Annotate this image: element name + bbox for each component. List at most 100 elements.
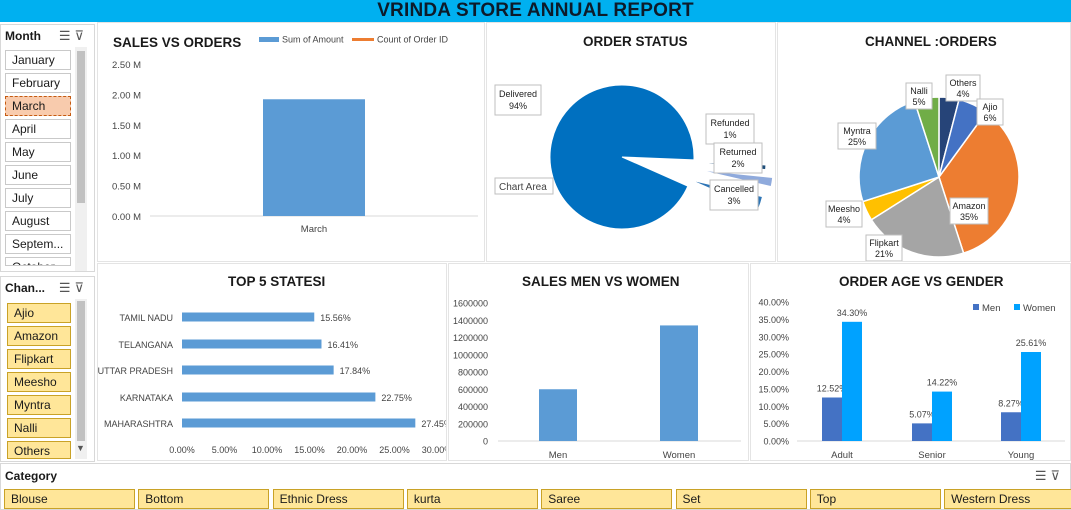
order-age-gender-panel[interactable]: ORDER AGE VS GENDER 0.00% 5.00% 10.00% 15.0… xyxy=(750,263,1071,461)
clear-filter-icon[interactable]: ⊽ xyxy=(74,28,88,43)
y-tick-label: 20.00% xyxy=(758,367,789,377)
legend-label: Men xyxy=(982,303,1000,314)
data-label: 16.41% xyxy=(327,340,358,350)
channel-slicer-item[interactable]: Amazon xyxy=(7,326,71,346)
x-tick-label: Adult xyxy=(831,450,853,460)
y-tick-label: 0.00 M xyxy=(112,212,141,223)
legend-swatch xyxy=(973,304,979,310)
month-scrollbar[interactable] xyxy=(75,47,87,271)
channel-orders-chart: Amazon35%Flipkart21%Meesho4%Myntra25%Nal… xyxy=(825,74,1020,261)
x-tick-label: 5.00% xyxy=(212,445,238,455)
bar xyxy=(842,321,862,441)
month-slicer-item[interactable]: January xyxy=(5,50,71,70)
y-tick-label: 2.50 M xyxy=(112,60,141,71)
y-tick-label: 2.00 M xyxy=(112,90,141,101)
sales-vs-orders-panel[interactable]: SALES VS ORDERS 0.00 M 0.50 M 1.00 M 1.50 M… xyxy=(97,22,485,262)
y-tick-label: 600000 xyxy=(458,385,488,395)
month-scroll-thumb[interactable] xyxy=(77,51,85,203)
x-tick-label: Young xyxy=(1008,450,1035,460)
data-label: 34.30% xyxy=(837,308,868,318)
category-slicer[interactable]: Category ☰⊽ Blouse Bottom Ethnic Dress kurt… xyxy=(0,463,1071,510)
x-tick-label: 25.00% xyxy=(379,445,410,455)
month-slicer-item[interactable]: Septem... xyxy=(5,234,71,254)
data-label: Cancelled xyxy=(714,184,754,194)
legend-label: Count of Order ID xyxy=(377,35,449,45)
channel-slicer-item[interactable]: Nalli xyxy=(7,418,71,438)
data-label: 5% xyxy=(912,97,925,107)
y-tick-label: 5.00% xyxy=(763,419,789,429)
multi-select-icon[interactable]: ☰ xyxy=(1035,468,1051,483)
y-tick-label: 1000000 xyxy=(453,350,488,360)
data-label: 25.61% xyxy=(1016,338,1047,348)
channel-slicer[interactable]: Chan... ☰⊽ Ajio Amazon Flipkart Meesho Myntr… xyxy=(0,276,95,462)
data-label: 6% xyxy=(983,113,996,123)
bar xyxy=(182,392,376,402)
chevron-down-icon[interactable]: ▼ xyxy=(76,443,85,453)
data-label: Refunded xyxy=(710,118,749,128)
data-label: 5.07% xyxy=(909,409,935,419)
channel-orders-panel[interactable]: CHANNEL :ORDERS Amazon 35% Flipkart 21% Mees… xyxy=(777,22,1071,262)
month-slicer-item[interactable]: March xyxy=(5,96,71,116)
top-states-panel[interactable]: TOP 5 STATESI TAMIL NADU 15.56% TELANGANA 1… xyxy=(97,263,447,461)
data-label: Returned xyxy=(719,147,756,157)
category-slicer-item[interactable]: Saree xyxy=(541,489,673,509)
data-label: 4% xyxy=(956,89,969,99)
month-slicer[interactable]: Month ☰⊽ January February March April May Jun… xyxy=(0,24,95,272)
category-slicer-item[interactable]: Bottom xyxy=(138,489,270,509)
category-slicer-item[interactable]: Set xyxy=(675,489,807,509)
channel-slicer-item[interactable]: Meesho xyxy=(7,372,71,392)
category-slicer-item[interactable]: kurta xyxy=(406,489,538,509)
data-label: Myntra xyxy=(843,126,871,136)
data-label: 94% xyxy=(509,101,527,111)
data-label: 1% xyxy=(723,130,736,140)
x-tick-label: 15.00% xyxy=(294,445,325,455)
clear-filter-icon[interactable]: ⊽ xyxy=(74,280,88,295)
channel-slicer-item[interactable]: Others xyxy=(7,441,71,459)
y-tick-label: 1200000 xyxy=(453,333,488,343)
sales-men-women-chart: 0 200000 400000 600000 800000 1000000 1200000 1… xyxy=(453,299,741,460)
legend-label: Sum of Amount xyxy=(282,35,344,45)
bar xyxy=(263,99,365,216)
bar xyxy=(182,312,315,322)
channel-scrollbar[interactable]: ▼ xyxy=(75,299,87,459)
multi-select-icon[interactable]: ☰ xyxy=(59,280,75,295)
data-label: 21% xyxy=(875,249,893,259)
category-slicer-item[interactable]: Ethnic Dress xyxy=(272,489,404,509)
channel-slicer-title: Chan... xyxy=(5,281,46,295)
data-label: Flipkart xyxy=(869,238,899,248)
clear-filter-icon[interactable]: ⊽ xyxy=(1050,468,1064,483)
channel-slicer-item[interactable]: Flipkart xyxy=(7,349,71,369)
sales-men-women-panel[interactable]: SALES MEN VS WOMEN 0 200000 400000 600000 80… xyxy=(448,263,749,461)
category-label: TAMIL NADU xyxy=(119,313,173,323)
channel-slicer-item[interactable]: Ajio xyxy=(7,303,71,323)
data-label: 22.75% xyxy=(381,393,412,403)
category-slicer-item[interactable]: Blouse xyxy=(4,489,135,509)
data-label: Meesho xyxy=(828,204,860,214)
data-label: 17.84% xyxy=(340,366,371,376)
month-slicer-item[interactable]: October xyxy=(5,257,71,266)
channel-slicer-item[interactable]: Myntra xyxy=(7,395,71,415)
x-tick-label: Senior xyxy=(918,450,945,460)
bar xyxy=(1001,412,1021,441)
y-tick-label: 40.00% xyxy=(758,298,789,308)
channel-scroll-thumb[interactable] xyxy=(77,301,85,441)
legend-swatch xyxy=(1014,304,1020,310)
month-slicer-item[interactable]: June xyxy=(5,165,71,185)
order-status-panel[interactable]: ORDER STATUS Delivered 94% Refunded 1% Retur… xyxy=(486,22,776,262)
bar xyxy=(912,423,932,441)
bar xyxy=(932,391,952,441)
multi-select-icon[interactable]: ☰ xyxy=(59,28,75,43)
data-label: 3% xyxy=(727,196,740,206)
y-tick-label: 35.00% xyxy=(758,315,789,325)
month-slicer-item[interactable]: February xyxy=(5,73,71,93)
month-slicer-item[interactable]: April xyxy=(5,119,71,139)
bar xyxy=(660,325,698,441)
month-slicer-item[interactable]: July xyxy=(5,188,71,208)
x-tick-label: Women xyxy=(663,450,696,460)
month-slicer-item[interactable]: August xyxy=(5,211,71,231)
data-label: 25% xyxy=(848,137,866,147)
y-tick-label: 1.50 M xyxy=(112,121,141,132)
category-slicer-item[interactable]: Western Dress xyxy=(944,489,1071,509)
month-slicer-item[interactable]: May xyxy=(5,142,71,162)
category-slicer-item[interactable]: Top xyxy=(809,489,941,509)
